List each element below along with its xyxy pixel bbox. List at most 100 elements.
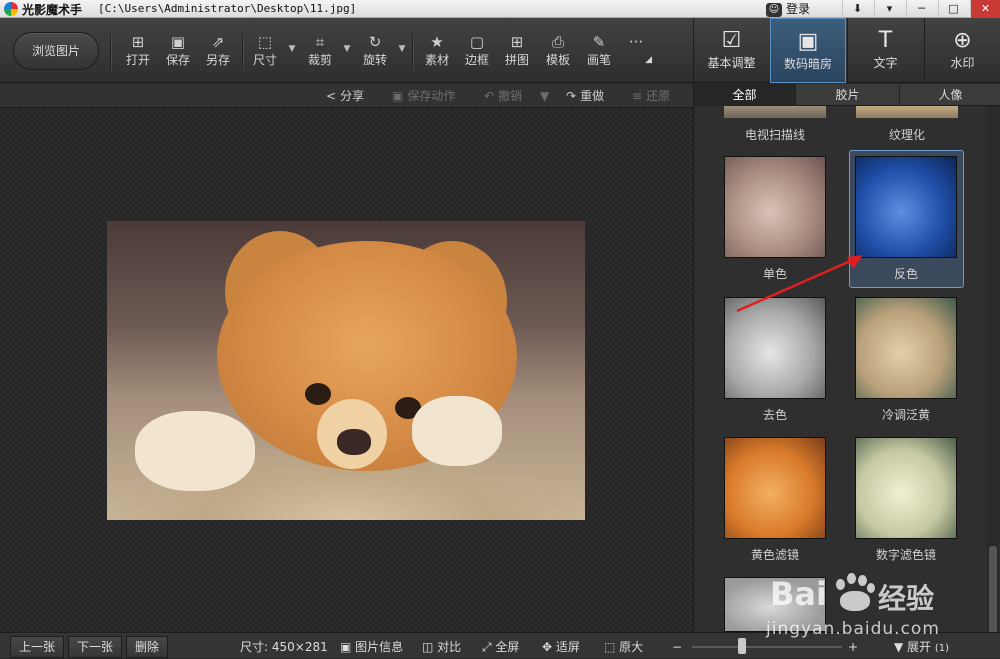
filter-label: 数字滤色镜 (875, 548, 936, 562)
minimize-button[interactable]: ─ (906, 0, 936, 18)
baidu-paw-icon (834, 573, 878, 613)
restore-button[interactable]: ≡ 还原 (632, 87, 670, 105)
share-button[interactable]: < 分享 (326, 87, 364, 105)
rotate-button[interactable]: ↻ 旋转 (357, 32, 393, 72)
material-icon: ★ (430, 33, 444, 51)
filter-label: 反色 (893, 267, 918, 281)
tab-text[interactable]: T 文字 (847, 18, 923, 83)
prev-image-button[interactable]: 上一张 (10, 636, 65, 658)
collage-button[interactable]: ⊞ 拼图 (499, 32, 535, 72)
image-info-label: 图片信息 (355, 640, 404, 654)
resize-label: 尺寸 (252, 53, 277, 67)
compare-button[interactable]: ◫ 对比 (422, 637, 461, 657)
watermark-brand: Bai (770, 575, 827, 613)
undo-button[interactable]: ↶ 撤销 (484, 87, 522, 105)
undo-dropdown-icon[interactable]: ▼ (540, 87, 549, 105)
file-path: [C:\Users\Administrator\Desktop\11.jpg] (98, 2, 357, 15)
resize-dropdown-icon[interactable]: ▼ (287, 44, 297, 54)
save-as-label: 另存 (205, 53, 230, 67)
save-action-button[interactable]: ▣ 保存动作 (392, 87, 455, 105)
compare-label: 对比 (437, 640, 462, 654)
template-button[interactable]: ⎙ 模板 (540, 32, 576, 72)
zoom-out-button[interactable]: − (672, 637, 682, 657)
original-label: 原大 (619, 640, 644, 654)
open-button[interactable]: ⊞ 打开 (120, 32, 156, 72)
more-icon: ··· (628, 33, 644, 51)
dog-paw-left (135, 411, 255, 491)
filter-label: 黄色滤镜 (750, 548, 799, 562)
skin-button[interactable]: ⬇ (842, 0, 872, 18)
toolbar-divider (242, 34, 243, 70)
login-button[interactable]: ☺ 登录 (766, 0, 810, 18)
menu-button[interactable]: ▾ (874, 0, 904, 18)
dog-photo[interactable] (107, 221, 585, 520)
filter-thumb-digital[interactable] (855, 437, 957, 539)
browse-images-button[interactable]: 浏览图片 (13, 32, 99, 70)
original-size-icon: ⬚ (604, 640, 620, 654)
undo-icon: ↶ (484, 89, 495, 103)
watermark-url: jingyan.baidu.com (766, 619, 940, 639)
tab-basic-adjust[interactable]: ☑ 基本调整 (693, 18, 769, 83)
redo-icon: ↷ (566, 89, 577, 103)
tv-scanline-thumb[interactable] (724, 106, 826, 118)
image-canvas[interactable] (0, 108, 693, 632)
fullscreen-icon: ⤢ (482, 640, 496, 654)
brush-button[interactable]: ✎ 画笔 (581, 32, 617, 72)
redo-button[interactable]: ↷ 重做 (566, 87, 604, 105)
crop-dropdown-icon[interactable]: ▼ (342, 44, 352, 54)
material-button[interactable]: ★ 素材 (419, 32, 455, 72)
delete-button[interactable]: 删除 (126, 636, 169, 658)
toolbar-divider (412, 34, 413, 70)
fit-icon: ✥ (542, 640, 556, 654)
dog-eye-left (305, 383, 331, 405)
next-image-button[interactable]: 下一张 (68, 636, 123, 658)
tab-darkroom[interactable]: ▣ 数码暗房 (770, 18, 846, 83)
login-label: 登录 (786, 2, 811, 16)
tab-all[interactable]: 全部 (694, 84, 796, 106)
filter-thumb-yellow[interactable] (724, 437, 826, 539)
close-button[interactable]: ✕ (970, 0, 1000, 18)
save-action-label: 保存动作 (407, 89, 456, 103)
resize-button[interactable]: ⬚ 尺寸 (247, 32, 283, 72)
border-icon: ▢ (469, 33, 485, 51)
fullscreen-button[interactable]: ⤢ 全屏 (482, 637, 519, 657)
tab-portrait[interactable]: 人像 (900, 84, 1000, 106)
filter-panel: 全部 胶片 人像 电视扫描线 纹理化 单色 反色 去色 冷调泛黄 黄色滤镜 数字… (693, 84, 1000, 646)
filter-thumb-desaturate[interactable] (724, 297, 826, 399)
crop-button[interactable]: ⌗ 裁剪 (302, 32, 338, 72)
filter-thumb-cool-yellow[interactable] (855, 297, 957, 399)
maximize-button[interactable]: □ (938, 0, 968, 18)
original-size-button[interactable]: ⬚ 原大 (604, 637, 643, 657)
texturize-thumb[interactable] (856, 106, 958, 118)
app-name: 光影魔术手 (22, 3, 83, 17)
tab-film[interactable]: 胶片 (796, 84, 900, 106)
title-bar: 光影魔术手 [C:\Users\Administrator\Desktop\11… (0, 0, 1000, 18)
template-icon: ⎙ (551, 33, 564, 51)
dog-nose (337, 429, 371, 455)
save-button[interactable]: ▣ 保存 (160, 32, 196, 72)
more-button[interactable]: ··· ◢ (618, 32, 654, 72)
filter-thumb-invert[interactable] (855, 156, 957, 258)
save-as-icon: ⇗ (211, 33, 225, 51)
save-as-button[interactable]: ⇗ 另存 (200, 32, 236, 72)
filter-thumb-monochrome[interactable] (724, 156, 826, 258)
user-icon: ☺ (766, 2, 782, 17)
rotate-dropdown-icon[interactable]: ▼ (397, 44, 407, 54)
resize-icon: ⬚ (257, 33, 273, 51)
redo-label: 重做 (580, 89, 605, 103)
save-icon: ▣ (170, 33, 186, 51)
rotate-label: 旋转 (362, 53, 387, 67)
tab-watermark[interactable]: ⊕ 水印 (924, 18, 1000, 83)
tab-basic-adjust-label: 基本调整 (707, 56, 756, 70)
filter-scrollbar[interactable] (987, 106, 999, 646)
zoom-slider-handle[interactable] (737, 638, 746, 654)
image-info-button[interactable]: ▣ 图片信息 (340, 637, 403, 657)
dog-paw-right (412, 396, 502, 466)
watermark-icon: ⊕ (953, 28, 972, 53)
border-button[interactable]: ▢ 边框 (459, 32, 495, 72)
brush-label: 画笔 (586, 53, 611, 67)
fit-screen-button[interactable]: ✥ 适屏 (542, 637, 580, 657)
basic-adjust-icon: ☑ (721, 28, 742, 53)
crop-label: 裁剪 (307, 53, 332, 67)
tab-text-label: 文字 (873, 56, 898, 70)
